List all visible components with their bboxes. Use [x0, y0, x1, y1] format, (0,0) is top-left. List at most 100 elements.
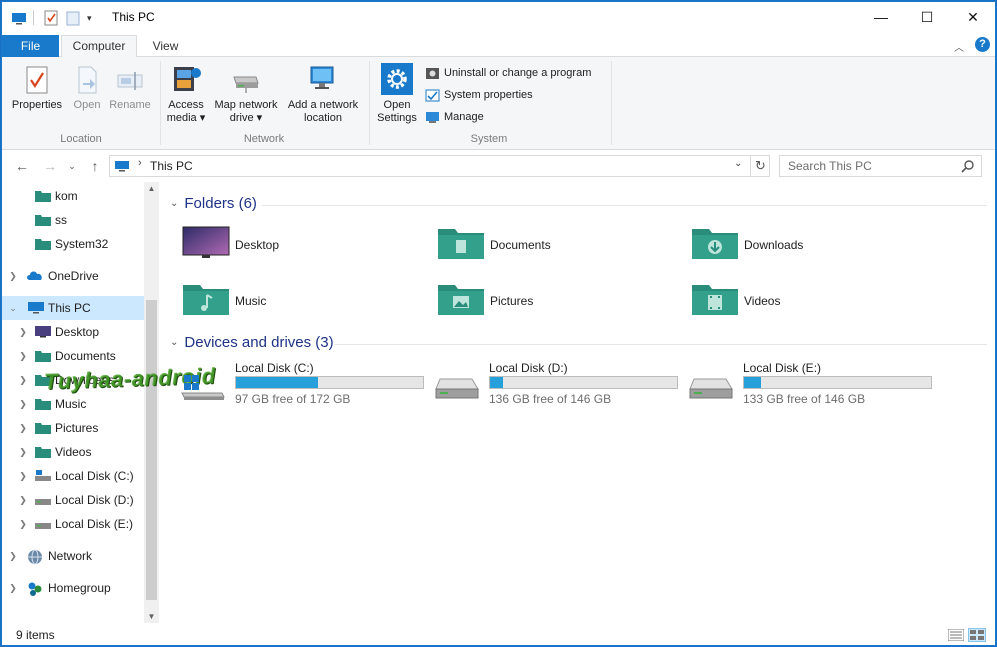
search-input[interactable]: Search This PC [779, 155, 982, 177]
up-button[interactable]: ↑ [85, 156, 105, 176]
maximize-button[interactable]: ☐ [904, 2, 950, 33]
add-location-label-2: location [304, 112, 342, 124]
nav-item-this-pc[interactable]: ⌄ This PC [2, 296, 144, 320]
uninstall-icon [426, 67, 439, 79]
uninstall-program-button[interactable]: Uninstall or change a program [425, 65, 591, 81]
drive-e[interactable]: Local Disk (E:) 133 GB free of 146 GB [670, 361, 932, 411]
minimize-button[interactable]: — [858, 2, 904, 33]
add-network-location-button[interactable]: Add a network location [284, 63, 362, 125]
new-folder-quick-icon[interactable] [66, 10, 80, 26]
scrollbar-thumb[interactable] [146, 300, 157, 600]
drive-c[interactable]: Local Disk (C:) 97 GB free of 172 GB [162, 361, 424, 411]
breadcrumb-separator-icon[interactable]: › [138, 157, 142, 169]
drives-section-header[interactable]: ⌄ Devices and drives (3) [170, 334, 334, 356]
nav-label: Pictures [55, 421, 99, 435]
nav-label: OneDrive [48, 269, 99, 283]
properties-button[interactable]: Properties [10, 65, 64, 112]
nav-item-documents[interactable]: ❯ Documents [2, 344, 144, 368]
open-settings-button[interactable]: Open Settings [374, 63, 420, 125]
desktop-icon [35, 326, 51, 338]
nav-item-local-disk-c[interactable]: ❯ Local Disk (C:) [2, 464, 144, 488]
collapse-chevron-icon[interactable]: ⌄ [8, 296, 18, 320]
nav-item-homegroup[interactable]: ❯ Homegroup [2, 576, 144, 600]
folder-pictures[interactable]: Pictures [417, 281, 647, 325]
open-button[interactable]: Open [68, 65, 106, 112]
expand-chevron-icon[interactable]: ❯ [18, 416, 28, 440]
folders-section-header[interactable]: ⌄ Folders (6) [170, 195, 257, 217]
expand-chevron-icon[interactable]: ❯ [18, 512, 28, 536]
map-network-drive-button[interactable]: Map network drive ▾ [210, 63, 282, 125]
address-dropdown-icon[interactable]: ⌄ [734, 158, 742, 169]
large-icons-view-icon[interactable] [968, 628, 986, 642]
folder-label: Desktop [235, 238, 280, 252]
folder-label: Music [235, 294, 267, 308]
nav-item-local-disk-e[interactable]: ❯ Local Disk (E:) [2, 512, 144, 536]
nav-item-ss[interactable]: ss [2, 208, 144, 232]
drive-usage-fill [490, 377, 504, 388]
folder-downloads[interactable]: Downloads [671, 225, 901, 269]
scroll-down-icon[interactable]: ▼ [144, 612, 159, 621]
manage-button[interactable]: Manage [425, 109, 484, 125]
nav-item-local-disk-d[interactable]: ❯ Local Disk (D:) [2, 488, 144, 512]
collapse-chevron-icon[interactable]: ⌄ [170, 198, 178, 209]
expand-chevron-icon[interactable]: ❯ [18, 392, 28, 416]
minimize-ribbon-icon[interactable]: ︿ [954, 39, 964, 54]
folder-green-icon [35, 239, 51, 250]
tab-view[interactable]: View [143, 35, 188, 57]
drive-d[interactable]: Local Disk (D:) 136 GB free of 146 GB [416, 361, 678, 411]
expand-chevron-icon[interactable]: ❯ [18, 440, 28, 464]
nav-item-system32[interactable]: System32 [2, 232, 144, 256]
folder-videos[interactable]: Videos [671, 281, 901, 325]
nav-item-desktop[interactable]: ❯ Desktop [2, 320, 144, 344]
this-pc-icon[interactable] [11, 10, 27, 26]
breadcrumb[interactable]: This PC [150, 159, 193, 173]
close-button[interactable]: ✕ [950, 2, 996, 33]
customize-quick-access-icon[interactable]: ▾ [87, 10, 97, 26]
expand-chevron-icon[interactable]: ❯ [8, 544, 18, 568]
nav-label: Music [55, 397, 87, 411]
nav-scrollbar[interactable]: ▲ ▼ [144, 182, 159, 623]
nav-item-music[interactable]: ❯ Music [2, 392, 144, 416]
network-group-label: Network [243, 133, 285, 145]
nav-item-videos[interactable]: ❯ Videos [2, 440, 144, 464]
onedrive-icon [27, 271, 42, 280]
folder-music[interactable]: Music [162, 281, 392, 325]
folder-label: Documents [490, 238, 551, 252]
refresh-icon[interactable]: ↻ [750, 156, 770, 176]
recent-locations-button[interactable]: ⌄ [62, 156, 82, 176]
desktop-icon [182, 226, 230, 258]
folder-green-icon [35, 423, 51, 434]
expand-chevron-icon[interactable]: ❯ [8, 264, 18, 288]
expand-chevron-icon[interactable]: ❯ [18, 488, 28, 512]
nav-item-pictures[interactable]: ❯ Pictures [2, 416, 144, 440]
section-divider [335, 344, 987, 345]
address-bar[interactable]: › This PC ⌄ ↻ [109, 155, 770, 177]
folder-green-icon [35, 351, 51, 362]
folder-label: Pictures [490, 294, 534, 308]
search-icon[interactable] [961, 159, 975, 173]
folder-documents[interactable]: Documents [417, 225, 647, 269]
expand-chevron-icon[interactable]: ❯ [18, 344, 28, 368]
tab-file[interactable]: File [2, 35, 59, 58]
details-view-icon[interactable] [948, 629, 964, 641]
forward-button[interactable]: → [40, 156, 60, 176]
help-icon[interactable]: ? [975, 37, 990, 52]
folder-green-icon [35, 399, 51, 410]
collapse-chevron-icon[interactable]: ⌄ [170, 337, 178, 348]
rename-button[interactable]: Rename [108, 65, 152, 112]
expand-chevron-icon[interactable]: ❯ [8, 576, 18, 600]
drive-name: Local Disk (E:) [743, 361, 822, 375]
system-properties-button[interactable]: System properties [425, 87, 533, 103]
scroll-up-icon[interactable]: ▲ [144, 184, 159, 193]
nav-item-network[interactable]: ❯ Network [2, 544, 144, 568]
expand-chevron-icon[interactable]: ❯ [18, 464, 28, 488]
nav-item-onedrive[interactable]: ❯ OneDrive [2, 264, 144, 288]
folder-desktop[interactable]: Desktop [162, 225, 392, 269]
expand-chevron-icon[interactable]: ❯ [18, 368, 28, 392]
back-button[interactable]: ← [12, 156, 32, 176]
access-media-button[interactable]: Access media ▾ [165, 63, 207, 125]
nav-item-kom[interactable]: kom [2, 184, 144, 208]
expand-chevron-icon[interactable]: ❯ [18, 320, 28, 344]
properties-quick-icon[interactable] [43, 10, 59, 26]
tab-computer[interactable]: Computer [61, 35, 137, 58]
